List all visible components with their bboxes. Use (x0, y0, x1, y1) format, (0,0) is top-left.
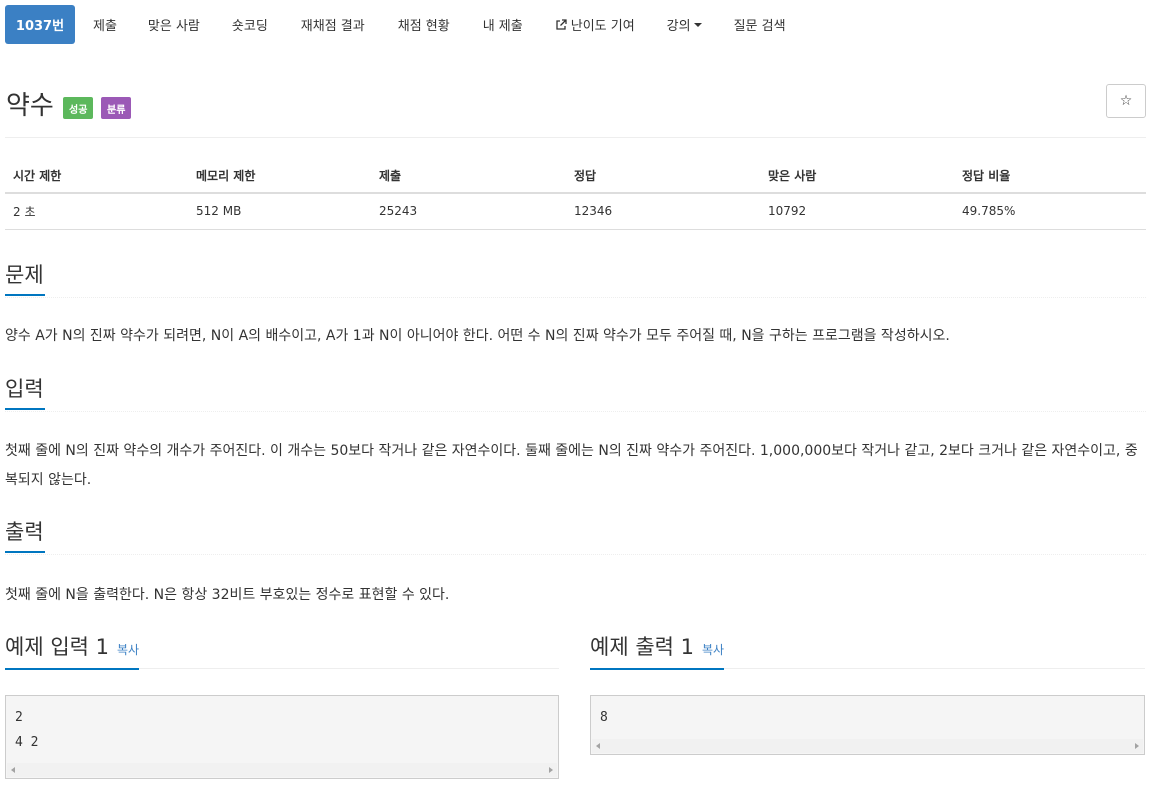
favorite-button[interactable]: ☆ (1106, 84, 1146, 118)
tab-my-submissions[interactable]: 내 제출 (465, 5, 538, 44)
category-badge[interactable]: 분류 (101, 97, 132, 119)
header-submissions: 제출 (371, 158, 566, 194)
scroll-left-icon[interactable] (596, 743, 600, 749)
output-header: 출력 (5, 516, 1146, 555)
copy-sample-output-button[interactable]: 복사 (702, 641, 724, 658)
problem-info-table: 시간 제한 메모리 제한 제출 정답 맞은 사람 정답 비율 2 초 512 M… (5, 158, 1146, 230)
tab-submit[interactable]: 제출 (75, 5, 132, 44)
sample-input-heading: 예제 입력 1 복사 (5, 631, 140, 670)
star-icon: ☆ (1119, 93, 1133, 109)
tab-lectures[interactable]: 강의 (650, 5, 717, 44)
sample-input-content: 2 4 2 (15, 710, 39, 750)
accept-ratio-value: 49.785% (954, 193, 1146, 230)
tab-difficulty-contribution[interactable]: 난이도 기여 (538, 5, 650, 44)
problem-menu: 1037번 제출 맞은 사람 숏코딩 재채점 결과 채점 현황 내 제출 난이도… (5, 5, 801, 44)
tab-short-coding[interactable]: 숏코딩 (215, 5, 283, 44)
submissions-value: 25243 (371, 193, 566, 230)
output-heading: 출력 (5, 516, 45, 553)
accepted-value: 12346 (566, 193, 760, 230)
problem-title: 약수 (6, 91, 54, 121)
copy-sample-input-button[interactable]: 복사 (117, 641, 139, 658)
caret-down-icon (693, 22, 702, 27)
sample-output-title: 예제 출력 1 (590, 635, 694, 659)
input-heading: 입력 (5, 373, 45, 410)
sample-output-header: 예제 출력 1 복사 (590, 631, 1145, 670)
table-row: 2 초 512 MB 25243 12346 10792 49.785% (5, 193, 1146, 230)
description-heading: 문제 (5, 259, 45, 296)
memory-limit-value: 512 MB (188, 193, 371, 230)
sample-output-content: 8 (600, 710, 608, 725)
input-header: 입력 (5, 373, 1146, 412)
solved-users-value: 10792 (760, 193, 954, 230)
input-text: 첫째 줄에 N의 진짜 약수의 개수가 주어진다. 이 개수는 50보다 작거나… (5, 443, 1138, 488)
description-text: 양수 A가 N의 진짜 약수가 되려면, N이 A의 배수이고, A가 1과 N… (5, 328, 950, 344)
tab-label: 강의 (666, 19, 691, 34)
description-header: 문제 (5, 259, 1146, 298)
header-accepted: 정답 (566, 158, 760, 194)
time-limit-value: 2 초 (5, 193, 188, 230)
tab-rejudge-results[interactable]: 재채점 결과 (283, 5, 380, 44)
tab-judge-status[interactable]: 채점 현황 (380, 5, 465, 44)
horizontal-scrollbar[interactable] (7, 763, 557, 777)
table-header-row: 시간 제한 메모리 제한 제출 정답 맞은 사람 정답 비율 (5, 158, 1146, 194)
title-row: 약수 성공 분류 ☆ (5, 84, 1146, 138)
sample-input-header: 예제 입력 1 복사 (5, 631, 559, 670)
header-solved-users: 맞은 사람 (760, 158, 954, 194)
scroll-right-icon[interactable] (549, 767, 553, 773)
header-time-limit: 시간 제한 (5, 158, 188, 194)
sample-input-title: 예제 입력 1 (5, 635, 109, 659)
sample-input-box[interactable]: 2 4 2 (5, 695, 559, 779)
tab-solved-users[interactable]: 맞은 사람 (132, 5, 215, 44)
scroll-right-icon[interactable] (1135, 743, 1139, 749)
header-accept-ratio: 정답 비율 (954, 158, 1146, 194)
sample-output-box[interactable]: 8 (590, 695, 1145, 755)
sample-output-heading: 예제 출력 1 복사 (590, 631, 725, 670)
scroll-left-icon[interactable] (11, 767, 15, 773)
horizontal-scrollbar[interactable] (592, 739, 1143, 753)
tab-problem-number[interactable]: 1037번 (5, 5, 75, 44)
tab-question-search[interactable]: 질문 검색 (717, 5, 801, 44)
tab-label: 난이도 기여 (570, 19, 635, 34)
header-memory-limit: 메모리 제한 (188, 158, 371, 194)
output-text: 첫째 줄에 N을 출력한다. N은 항상 32비트 부호있는 정수로 표현할 수… (5, 587, 450, 603)
success-badge[interactable]: 성공 (63, 97, 94, 119)
external-link-icon (555, 18, 567, 31)
